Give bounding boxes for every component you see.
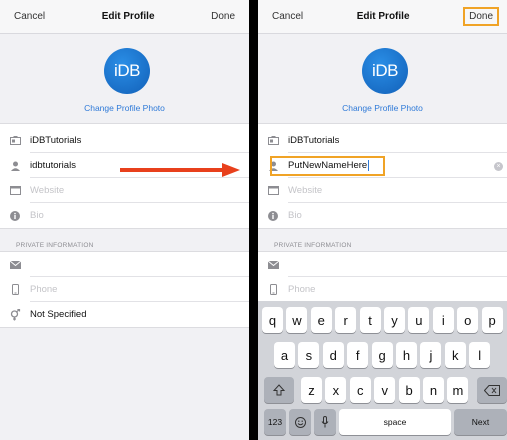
- nav-title: Edit Profile: [356, 11, 410, 22]
- nav-bar: Cancel Edit Profile Done: [0, 0, 249, 34]
- bio-row[interactable]: Bio: [258, 203, 507, 228]
- phone-field[interactable]: Phone: [288, 284, 315, 295]
- email-row[interactable]: [258, 252, 507, 277]
- key-r[interactable]: r: [335, 307, 357, 333]
- key-u[interactable]: u: [408, 307, 430, 333]
- done-button[interactable]: Done: [463, 7, 499, 26]
- username-field[interactable]: idbtutorials: [30, 160, 76, 171]
- name-field[interactable]: iDBTutorials: [30, 135, 81, 146]
- dictation-key[interactable]: [314, 409, 336, 435]
- profile-header: iDB Change Profile Photo: [258, 34, 507, 124]
- key-d[interactable]: d: [322, 342, 344, 368]
- username-highlight-box: [270, 156, 385, 176]
- key-e[interactable]: e: [310, 307, 332, 333]
- emoji-key[interactable]: [289, 409, 311, 435]
- info-icon: [258, 210, 288, 221]
- key-q[interactable]: q: [262, 307, 283, 333]
- name-row[interactable]: iDBTutorials: [258, 128, 507, 153]
- smiley-icon: [294, 416, 306, 428]
- phone-row[interactable]: Phone: [258, 277, 507, 302]
- shift-icon: [273, 384, 285, 396]
- avatar[interactable]: iDB: [104, 48, 150, 94]
- cancel-button[interactable]: Cancel: [14, 11, 45, 22]
- microphone-icon: [321, 416, 329, 428]
- background-fill: [0, 327, 249, 440]
- envelope-icon: [258, 260, 288, 269]
- change-photo-link[interactable]: Change Profile Photo: [0, 103, 249, 113]
- key-m[interactable]: m: [447, 377, 469, 403]
- email-row[interactable]: [0, 252, 249, 277]
- space-key[interactable]: space: [339, 409, 451, 435]
- website-field[interactable]: Website: [30, 185, 64, 196]
- bio-field[interactable]: Bio: [288, 210, 302, 221]
- delete-key[interactable]: [477, 377, 507, 403]
- phone-icon: [0, 284, 30, 295]
- private-info-header: PRIVATE INFORMATION: [258, 228, 507, 252]
- id-card-icon: [0, 136, 30, 145]
- key-h[interactable]: h: [396, 342, 417, 368]
- website-field[interactable]: Website: [288, 185, 322, 196]
- profile-header: iDB Change Profile Photo: [0, 34, 249, 124]
- phone-icon: [258, 284, 288, 295]
- gender-icon: [0, 308, 30, 321]
- person-icon: [0, 161, 30, 171]
- key-s[interactable]: s: [298, 342, 320, 368]
- id-card-icon: [258, 136, 288, 145]
- nav-title: Edit Profile: [101, 11, 155, 22]
- phone-row[interactable]: Phone: [0, 277, 249, 302]
- key-j[interactable]: j: [420, 342, 442, 368]
- key-k[interactable]: k: [444, 342, 466, 368]
- key-l[interactable]: l: [469, 342, 491, 368]
- envelope-icon: [0, 260, 30, 269]
- key-o[interactable]: o: [457, 307, 479, 333]
- key-b[interactable]: b: [398, 377, 420, 403]
- key-p[interactable]: p: [481, 307, 503, 333]
- key-w[interactable]: w: [286, 307, 308, 333]
- browser-icon: [0, 186, 30, 195]
- avatar-logo-text: iDB: [114, 61, 140, 80]
- key-c[interactable]: c: [349, 377, 371, 403]
- change-photo-link[interactable]: Change Profile Photo: [258, 103, 507, 113]
- done-button[interactable]: Done: [211, 11, 235, 22]
- avatar[interactable]: iDB: [362, 48, 408, 94]
- phone-field[interactable]: Phone: [30, 284, 57, 295]
- key-v[interactable]: v: [374, 377, 396, 403]
- key-y[interactable]: y: [384, 307, 405, 333]
- arrow-right-icon: [120, 163, 240, 177]
- numbers-key[interactable]: 123: [264, 409, 286, 435]
- private-info-header: PRIVATE INFORMATION: [0, 228, 249, 252]
- backspace-icon: [484, 384, 500, 396]
- key-z[interactable]: z: [301, 377, 322, 403]
- name-field[interactable]: iDBTutorials: [288, 135, 339, 146]
- bio-field[interactable]: Bio: [30, 210, 44, 221]
- name-row[interactable]: iDBTutorials: [0, 128, 249, 153]
- key-a[interactable]: a: [274, 342, 295, 368]
- cancel-button[interactable]: Cancel: [272, 11, 303, 22]
- key-n[interactable]: n: [423, 377, 444, 403]
- avatar-logo-text: iDB: [372, 61, 398, 80]
- bio-row[interactable]: Bio: [0, 203, 249, 228]
- key-f[interactable]: f: [347, 342, 369, 368]
- clear-text-icon[interactable]: ×: [494, 162, 503, 171]
- browser-icon: [258, 186, 288, 195]
- shift-key[interactable]: [264, 377, 294, 403]
- key-x[interactable]: x: [325, 377, 347, 403]
- website-row[interactable]: Website: [258, 178, 507, 203]
- keyboard: qwertyuiop asdfghjkl zxcvbnm 123 space N…: [258, 301, 507, 440]
- next-key[interactable]: Next: [454, 409, 507, 435]
- key-t[interactable]: t: [359, 307, 381, 333]
- website-row[interactable]: Website: [0, 178, 249, 203]
- nav-bar: Cancel Edit Profile Done: [258, 0, 507, 34]
- info-icon: [0, 210, 30, 221]
- key-g[interactable]: g: [371, 342, 393, 368]
- key-i[interactable]: i: [432, 307, 454, 333]
- gender-row[interactable]: Not Specified: [0, 302, 249, 327]
- gender-field[interactable]: Not Specified: [30, 309, 87, 320]
- left-screen: Cancel Edit Profile Done iDB Change Prof…: [0, 0, 249, 440]
